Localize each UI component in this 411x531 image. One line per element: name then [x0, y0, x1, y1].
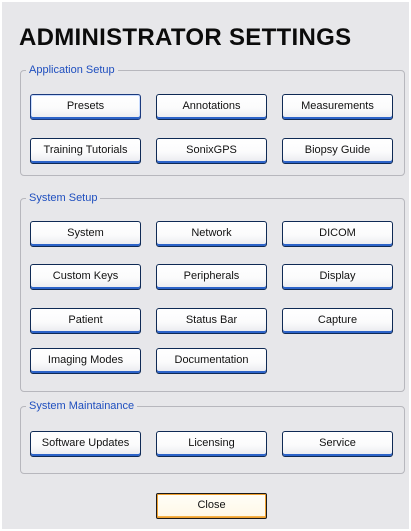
- presets-button[interactable]: Presets: [30, 94, 141, 120]
- custom-keys-button[interactable]: Custom Keys: [30, 264, 141, 290]
- documentation-button[interactable]: Documentation: [156, 348, 267, 374]
- licensing-button[interactable]: Licensing: [156, 431, 267, 457]
- dicom-button[interactable]: DICOM: [282, 221, 393, 247]
- system-button[interactable]: System: [30, 221, 141, 247]
- application-setup-legend: Application Setup: [29, 64, 115, 76]
- page-title: ADMINISTRATOR SETTINGS: [19, 24, 352, 51]
- system-maintenance-legend: System Maintainance: [29, 400, 135, 412]
- display-button[interactable]: Display: [282, 264, 393, 290]
- measurements-button[interactable]: Measurements: [282, 94, 393, 120]
- system-setup-legend: System Setup: [29, 192, 98, 204]
- capture-button[interactable]: Capture: [282, 308, 393, 334]
- close-button[interactable]: Close: [156, 493, 267, 519]
- imaging-modes-button[interactable]: Imaging Modes: [30, 348, 141, 374]
- peripherals-button[interactable]: Peripherals: [156, 264, 267, 290]
- admin-settings-panel: ADMINISTRATOR SETTINGS Application Setup…: [2, 2, 409, 529]
- software-updates-button[interactable]: Software Updates: [30, 431, 141, 457]
- training-tutorials-button[interactable]: Training Tutorials: [30, 138, 141, 164]
- status-bar-button[interactable]: Status Bar: [156, 308, 267, 334]
- sonixgps-button[interactable]: SonixGPS: [156, 138, 267, 164]
- patient-button[interactable]: Patient: [30, 308, 141, 334]
- network-button[interactable]: Network: [156, 221, 267, 247]
- biopsy-guide-button[interactable]: Biopsy Guide: [282, 138, 393, 164]
- service-button[interactable]: Service: [282, 431, 393, 457]
- annotations-button[interactable]: Annotations: [156, 94, 267, 120]
